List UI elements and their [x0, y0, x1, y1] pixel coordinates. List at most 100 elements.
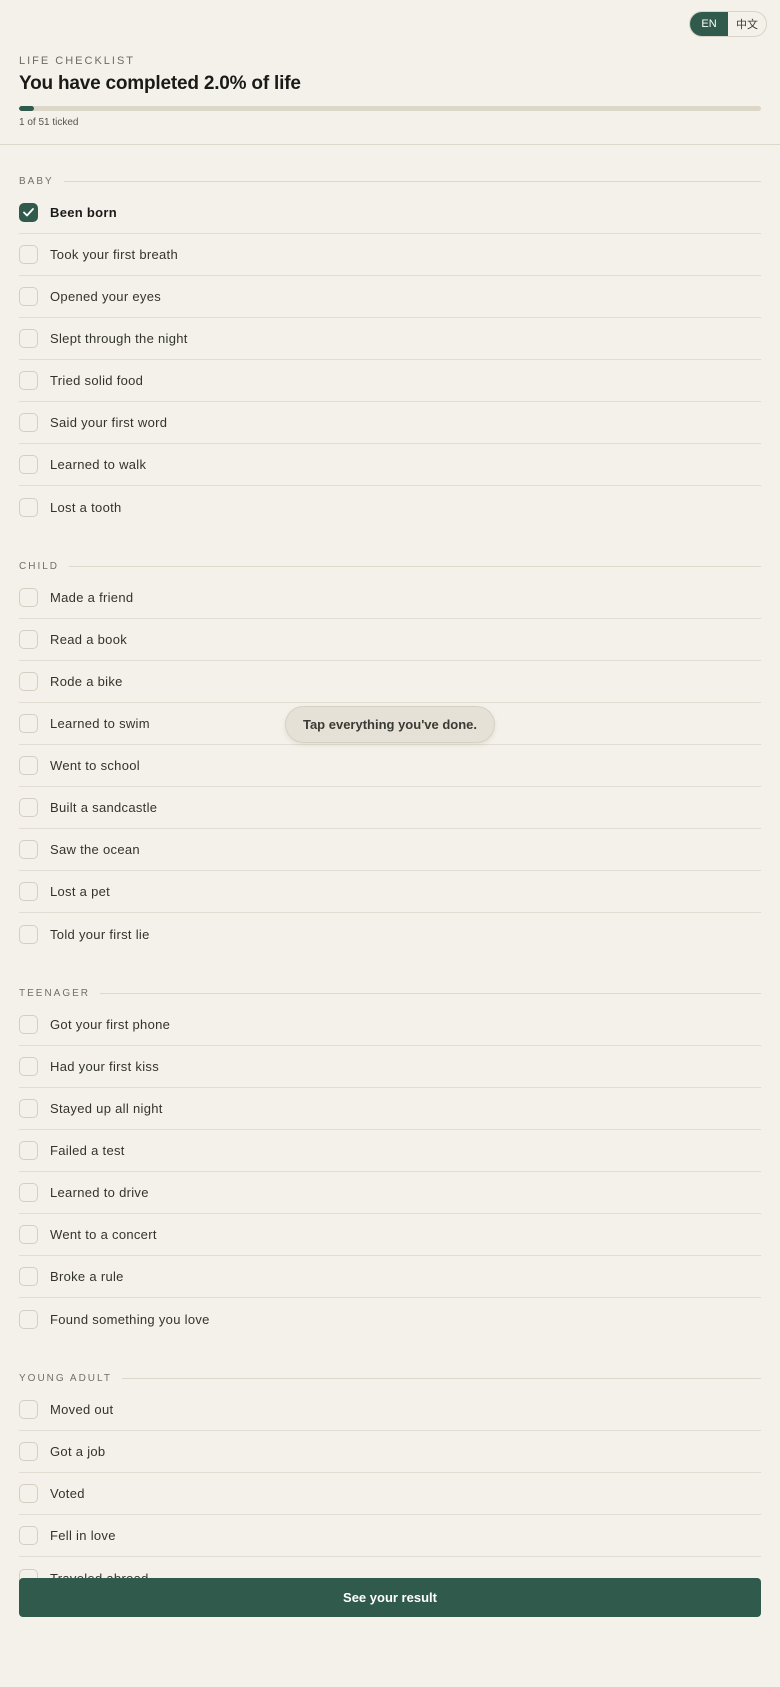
section-rule	[63, 180, 761, 182]
see-result-button[interactable]: See your result	[19, 1578, 761, 1617]
check-icon	[23, 208, 34, 217]
checkbox[interactable]	[19, 1309, 38, 1329]
checklist-item[interactable]: Built a sandcastle	[19, 787, 761, 829]
checkbox[interactable]	[19, 672, 38, 691]
language-toggle[interactable]: EN 中文	[689, 11, 767, 37]
progress-bar	[19, 106, 761, 111]
checklist-item[interactable]: Stayed up all night	[19, 1088, 761, 1130]
item-label: Learned to drive	[50, 1185, 149, 1200]
item-label: Moved out	[50, 1402, 114, 1417]
checklist-item[interactable]: Fell in love	[19, 1515, 761, 1557]
checkbox[interactable]	[19, 798, 38, 817]
checkbox[interactable]	[19, 1526, 38, 1545]
item-label: Voted	[50, 1486, 85, 1501]
checklist-item[interactable]: Made a friend	[19, 577, 761, 619]
checkbox[interactable]	[19, 924, 38, 944]
item-label: Made a friend	[50, 590, 134, 605]
checklist-item[interactable]: Said your first word	[19, 402, 761, 444]
checklist-item[interactable]: Rode a bike	[19, 661, 761, 703]
checklist-item[interactable]: Lost a tooth	[19, 486, 761, 528]
item-label: Tried solid food	[50, 373, 144, 388]
checklist-item[interactable]: Told your first lie	[19, 913, 761, 955]
checkbox[interactable]	[19, 630, 38, 649]
checkbox[interactable]	[19, 882, 38, 901]
checklist-item[interactable]: Opened your eyes	[19, 276, 761, 318]
checkbox[interactable]	[19, 756, 38, 775]
item-label: Lost a tooth	[50, 499, 122, 515]
item-label: Rode a bike	[50, 674, 123, 689]
page-eyebrow: LIFE CHECKLIST	[19, 55, 136, 67]
checkbox[interactable]	[19, 1484, 38, 1503]
hint-toast: Tap everything you've done.	[285, 706, 495, 743]
checklist: BABY Been born Took your first breath Opene…	[19, 170, 761, 1626]
checkbox[interactable]	[19, 1225, 38, 1244]
checklist-item[interactable]: Had your first kiss	[19, 1046, 761, 1088]
checklist-item[interactable]: Tried solid food	[19, 360, 761, 402]
checkbox[interactable]	[19, 497, 38, 517]
progress-fill	[19, 106, 34, 111]
checkbox[interactable]	[19, 455, 38, 474]
checklist-item[interactable]: Found something you love	[19, 1298, 761, 1340]
item-label: Had your first kiss	[50, 1059, 160, 1074]
item-label: Got your first phone	[50, 1017, 171, 1032]
checklist-item[interactable]: Voted	[19, 1473, 761, 1515]
section-header: TEENAGER	[19, 982, 761, 1004]
checkbox[interactable]	[19, 1057, 38, 1076]
checklist-item[interactable]: Learned to drive	[19, 1172, 761, 1214]
item-label: Took your first breath	[50, 247, 178, 262]
item-label: Said your first word	[50, 415, 168, 430]
checkbox[interactable]	[19, 1141, 38, 1160]
ticked-count: 1 of 51 ticked	[19, 117, 79, 128]
item-label: Got a job	[50, 1444, 106, 1459]
checklist-item[interactable]: Got your first phone	[19, 1004, 761, 1046]
checklist-item[interactable]: Saw the ocean	[19, 829, 761, 871]
checklist-item[interactable]: Been born	[19, 192, 761, 234]
checkbox[interactable]	[19, 1099, 38, 1118]
item-label: Been born	[50, 205, 117, 220]
checkbox[interactable]	[19, 840, 38, 859]
section-header: CHILD	[19, 555, 761, 577]
section-rule	[100, 992, 761, 994]
checkbox[interactable]	[19, 1015, 38, 1034]
checkbox[interactable]	[19, 287, 38, 306]
section-child: CHILD Made a friend Read a book Rode a bike…	[19, 555, 761, 955]
page-title: You have completed 2.0% of life	[19, 73, 301, 94]
section-rule	[121, 1377, 761, 1379]
checklist-item[interactable]: Went to a concert	[19, 1214, 761, 1256]
checklist-item[interactable]: Got a job	[19, 1431, 761, 1473]
checkbox[interactable]	[19, 1183, 38, 1202]
checkbox[interactable]	[19, 245, 38, 264]
checklist-item[interactable]: Moved out	[19, 1389, 761, 1431]
checkbox[interactable]	[19, 329, 38, 348]
checklist-item[interactable]: Took your first breath	[19, 234, 761, 276]
item-label: Fell in love	[50, 1528, 116, 1543]
section-label: TEENAGER	[19, 987, 91, 999]
checkbox[interactable]	[19, 371, 38, 390]
section-header: BABY	[19, 170, 761, 192]
checkbox[interactable]	[19, 588, 38, 607]
item-label: Learned to walk	[50, 457, 147, 472]
checkbox[interactable]	[19, 1400, 38, 1419]
checklist-item[interactable]: Learned to walk	[19, 444, 761, 486]
item-label: Saw the ocean	[50, 842, 140, 857]
checklist-item[interactable]: Broke a rule	[19, 1256, 761, 1298]
checkbox-checked[interactable]	[19, 203, 38, 222]
item-label: Slept through the night	[50, 331, 188, 346]
section-rule	[69, 565, 761, 567]
header-divider	[0, 144, 780, 145]
item-label: Went to a concert	[50, 1227, 157, 1242]
checkbox[interactable]	[19, 714, 38, 733]
checklist-item[interactable]: Went to school	[19, 745, 761, 787]
item-label: Opened your eyes	[50, 289, 162, 304]
checklist-item[interactable]: Slept through the night	[19, 318, 761, 360]
checkbox[interactable]	[19, 1267, 38, 1286]
checklist-item[interactable]: Failed a test	[19, 1130, 761, 1172]
checkbox[interactable]	[19, 413, 38, 432]
checkbox[interactable]	[19, 1442, 38, 1461]
section-label: BABY	[19, 175, 54, 187]
lang-option-en[interactable]: EN	[690, 12, 728, 36]
section-label: YOUNG ADULT	[19, 1372, 112, 1384]
lang-option-zh[interactable]: 中文	[728, 12, 766, 36]
checklist-item[interactable]: Lost a pet	[19, 871, 761, 913]
checklist-item[interactable]: Read a book	[19, 619, 761, 661]
